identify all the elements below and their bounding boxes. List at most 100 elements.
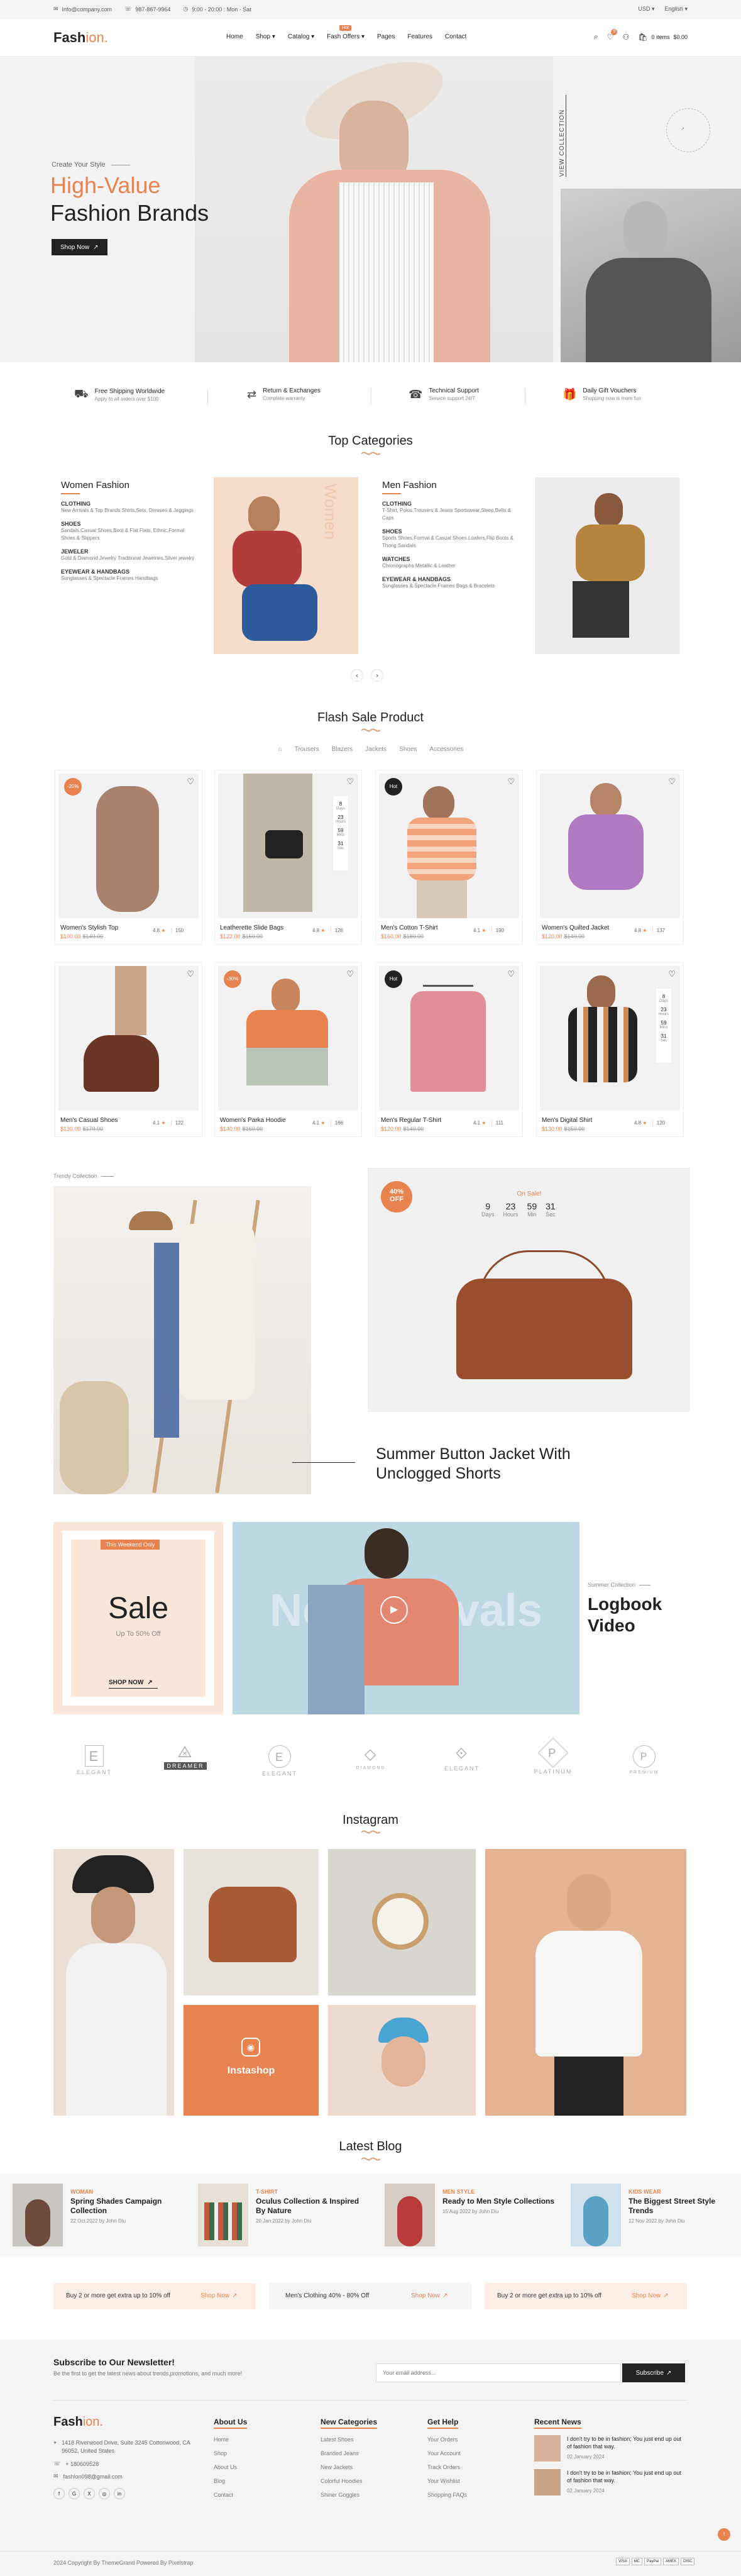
men-title[interactable]: Men Fashion <box>382 480 520 491</box>
x-icon[interactable]: X <box>84 2488 95 2499</box>
tab-jackets[interactable]: Jackets <box>365 746 387 753</box>
tab-trousers[interactable]: Trousers <box>295 746 319 753</box>
promo-shop-link[interactable]: Shop Now ↗ <box>632 2292 669 2299</box>
women-category-image[interactable]: Women <box>214 477 358 654</box>
subscribe-button[interactable]: Subscribe ↗ <box>622 2363 685 2382</box>
news-title[interactable]: I don't try to be in fashion; You just e… <box>567 2435 686 2450</box>
instagram-icon[interactable]: ◎ <box>99 2488 110 2499</box>
blog-post[interactable]: WOMAN Spring Shades Campaign Collection 22… <box>13 2184 189 2246</box>
cat-group-heading[interactable]: WATCHES <box>382 556 520 562</box>
phone-text[interactable]: + 180609528 <box>65 2461 99 2467</box>
promo-banner[interactable]: Men's Clothing 40% - 80% Off Shop Now ↗ <box>269 2283 471 2309</box>
cat-group-heading[interactable]: SHOES <box>382 528 520 535</box>
chevron-right-icon[interactable]: › <box>371 669 383 682</box>
product-name[interactable]: Men's Digital Shirt <box>542 1117 592 1124</box>
brand-logo[interactable]: ⟐ ELEGANT <box>434 1745 490 1772</box>
product-name[interactable]: Men's Regular T-Shirt <box>381 1117 441 1124</box>
women-title[interactable]: Women Fashion <box>61 480 199 491</box>
tab-all[interactable]: ⌂ <box>278 746 282 753</box>
blog-post[interactable]: MEN STYLE Ready to Men Style Collections 1… <box>385 2184 561 2246</box>
heart-icon[interactable]: ♡ <box>507 969 515 979</box>
product-name[interactable]: Men's Cotton T-Shirt <box>381 924 438 931</box>
instagram-post[interactable] <box>328 2005 476 2116</box>
sale-product-banner[interactable]: 40% OFF On Sale! 9 Days 23 Hours 59 Min 31 Se… <box>368 1168 689 1412</box>
currency-select[interactable]: USD ▾ <box>638 6 654 13</box>
cat-group-heading[interactable]: CLOTHING <box>382 501 520 507</box>
product-card[interactable]: 8 Days 23 Hours 59 Mins 31 Sec ♡ Men's Digit… <box>536 962 684 1137</box>
newsletter-email-field[interactable] <box>376 2363 621 2382</box>
product-name[interactable]: Men's Casual Shoes <box>60 1117 118 1124</box>
search-icon[interactable]: ⌕ <box>594 32 598 42</box>
brand-logo[interactable]: P PLATINUM <box>525 1737 581 1775</box>
brand-logo[interactable]: ⨻ DREAMER <box>157 1742 214 1770</box>
footer-link[interactable]: Your Wishlist <box>427 2478 522 2484</box>
tab-accessories[interactable]: Accessories <box>429 746 463 753</box>
heart-icon[interactable]: ♡ <box>668 777 676 787</box>
cat-group-heading[interactable]: SHOES <box>61 521 199 527</box>
footer-link[interactable]: About Us <box>214 2464 308 2470</box>
footer-link[interactable]: Blog <box>214 2478 308 2484</box>
hero-shop-button[interactable]: Shop Now ↗ <box>52 239 107 255</box>
menu-features[interactable]: Features <box>407 33 432 40</box>
brand-logo[interactable]: ◇ DIAMOND <box>343 1745 399 1770</box>
facebook-icon[interactable]: f <box>53 2488 65 2499</box>
heart-icon[interactable]: ♡ <box>187 969 194 979</box>
play-icon[interactable]: ▶ <box>380 1596 408 1624</box>
blog-post-title[interactable]: Ready to Men Style Collections <box>442 2197 556 2206</box>
footer-link[interactable]: Shopping FAQs <box>427 2492 522 2498</box>
promo-banner[interactable]: Buy 2 or more get extra up to 10% off Sho… <box>53 2283 256 2309</box>
promo-banner[interactable]: Buy 2 or more get extra up to 10% off Sho… <box>485 2283 687 2309</box>
user-icon[interactable]: ⚇ <box>622 33 629 42</box>
footer-link[interactable]: Home <box>214 2436 308 2443</box>
news-item[interactable]: I don't try to be in fashion; You just e… <box>534 2469 688 2497</box>
sale-shop-button[interactable]: SHOP NOW ↗ <box>109 1679 153 1686</box>
heart-icon[interactable]: ♡ <box>187 777 194 787</box>
scroll-top-button[interactable]: ↑ <box>718 2528 730 2541</box>
heart-icon[interactable]: ♡ <box>346 777 354 787</box>
blog-post[interactable]: KIDS WEAR The Biggest Street Style Trends… <box>571 2184 737 2246</box>
cat-group-heading[interactable]: EYEWEAR & HANDBAGS <box>382 576 520 582</box>
footer-link[interactable]: Latest Shoes <box>321 2436 415 2443</box>
product-card[interactable]: Hot ♡ Men's Cotton T-Shirt $160.00 $180.0… <box>375 770 523 945</box>
wishlist-icon[interactable]: ♡ 0 <box>607 28 618 42</box>
footer-link[interactable]: New Jackets <box>321 2464 415 2470</box>
topbar-phone[interactable]: 987-867-9964 <box>135 6 170 13</box>
product-name[interactable]: Leatherette Slide Bags <box>220 924 283 931</box>
google-icon[interactable]: G <box>69 2488 80 2499</box>
blog-category[interactable]: WOMAN <box>70 2189 184 2195</box>
product-card[interactable]: -30% ♡ Women's Parka Hoodie $140.00 $160.… <box>214 962 362 1137</box>
tab-shoes[interactable]: Shoes <box>399 746 417 753</box>
instagram-post[interactable] <box>485 1849 686 2116</box>
topbar-email[interactable]: Info@company.com <box>62 6 113 13</box>
footer-link[interactable]: Shop <box>214 2450 308 2457</box>
view-collection-link[interactable]: VIEW COLLECTION <box>553 94 572 189</box>
instagram-post[interactable] <box>184 1849 319 1996</box>
product-name[interactable]: Women's Quilted Jacket <box>542 924 609 931</box>
brand-logo[interactable]: P PREMIUM <box>616 1745 672 1775</box>
cat-group-heading[interactable]: JEWELER <box>61 548 199 555</box>
logo[interactable]: Fashion. <box>53 30 108 46</box>
product-card[interactable]: Hot ♡ Men's Regular T-Shirt $120.00 $140.… <box>375 962 523 1137</box>
footer-link[interactable]: Shiner Goggles <box>321 2492 415 2498</box>
footer-link[interactable]: Contact <box>214 2492 308 2498</box>
cart-button[interactable]: 🛍 0 items $0.00 <box>638 33 688 42</box>
product-name[interactable]: Women's Parka Hoodie <box>220 1117 286 1124</box>
blog-post-title[interactable]: Oculus Collection & Inspired By Nature <box>256 2197 369 2216</box>
promo-shop-link[interactable]: Shop Now ↗ <box>200 2292 238 2299</box>
blog-category[interactable]: T-SHIRT <box>256 2189 369 2195</box>
blog-category[interactable]: KIDS WEAR <box>628 2189 735 2195</box>
product-card[interactable]: -20% ♡ Women's Stylish Top $100.00 $140.0… <box>55 770 202 945</box>
menu-contact[interactable]: Contact <box>445 33 466 40</box>
instagram-post[interactable] <box>53 1849 174 2116</box>
menu-pages[interactable]: Pages <box>377 33 395 40</box>
sale-box[interactable]: This Weekend Only Sale Up To 50% Off SHO… <box>53 1522 223 1714</box>
product-card[interactable]: ♡ Women's Quilted Jacket $120.00 $140.00 … <box>536 770 684 945</box>
footer-link[interactable]: Colorful Hoodies <box>321 2478 415 2484</box>
menu-offers[interactable]: Fash Offers ▾ Hot <box>327 25 365 40</box>
product-card[interactable]: 8 Days 23 Hours 59 Mins 31 Sec ♡ Leatherette… <box>214 770 362 945</box>
brand-logo[interactable]: E ELEGANT <box>248 1745 311 1777</box>
video-banner[interactable]: New Arrivals ▶ <box>233 1522 579 1714</box>
promo-shop-link[interactable]: Shop Now ↗ <box>411 2292 448 2299</box>
blog-post-title[interactable]: Spring Shades Campaign Collection <box>70 2197 184 2216</box>
footer-link[interactable]: Branded Jeans <box>321 2450 415 2457</box>
